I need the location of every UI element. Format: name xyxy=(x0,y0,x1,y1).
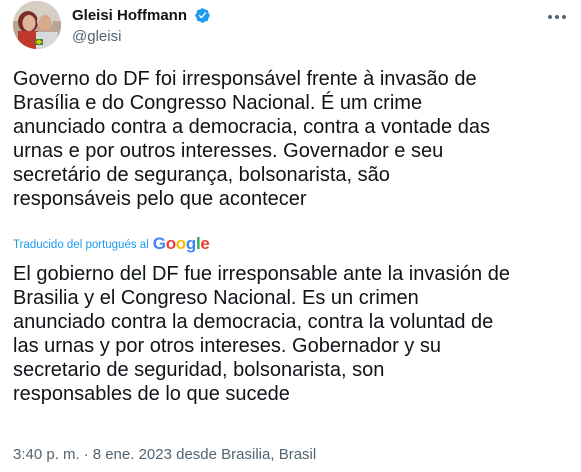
tweet: Gleisi Hoffmann @gleisi Governo do DF fo… xyxy=(0,0,581,472)
google-letter: o xyxy=(175,234,186,253)
google-letter: G xyxy=(152,234,166,253)
tweet-text-translated: El gobierno del DF fue irresponsable ant… xyxy=(13,263,510,405)
more-options-icon[interactable] xyxy=(545,9,569,25)
google-letter: o xyxy=(165,234,176,253)
avatar[interactable] xyxy=(13,1,61,49)
tweet-header: Gleisi Hoffmann @gleisi xyxy=(13,1,569,53)
tweet-time[interactable]: 3:40 p. m. xyxy=(13,446,80,463)
verified-badge-icon xyxy=(194,7,211,24)
author-display-name[interactable]: Gleisi Hoffmann xyxy=(72,7,187,25)
tweet-date[interactable]: 8 ene. 2023 xyxy=(93,446,172,463)
author-handle[interactable]: @gleisi xyxy=(72,28,211,46)
author-info: Gleisi Hoffmann @gleisi xyxy=(72,7,211,46)
google-letter: g xyxy=(185,234,196,253)
location-prefix: desde xyxy=(176,446,217,463)
tweet-metadata: 3:40 p. m. · 8 ene. 2023 desde Brasilia, B… xyxy=(13,446,316,464)
google-logo: Google xyxy=(153,234,210,254)
avatar-photo xyxy=(13,1,61,49)
tweet-location[interactable]: Brasilia, Brasil xyxy=(221,446,316,463)
google-letter: e xyxy=(200,234,210,253)
tweet-text-original: Governo do DF foi irresponsável frente à… xyxy=(13,68,490,210)
translation-note: Traducido del portugués al xyxy=(13,239,149,251)
meta-separator: · xyxy=(83,446,89,463)
translation-attribution[interactable]: Traducido del portugués al Google xyxy=(13,234,210,254)
